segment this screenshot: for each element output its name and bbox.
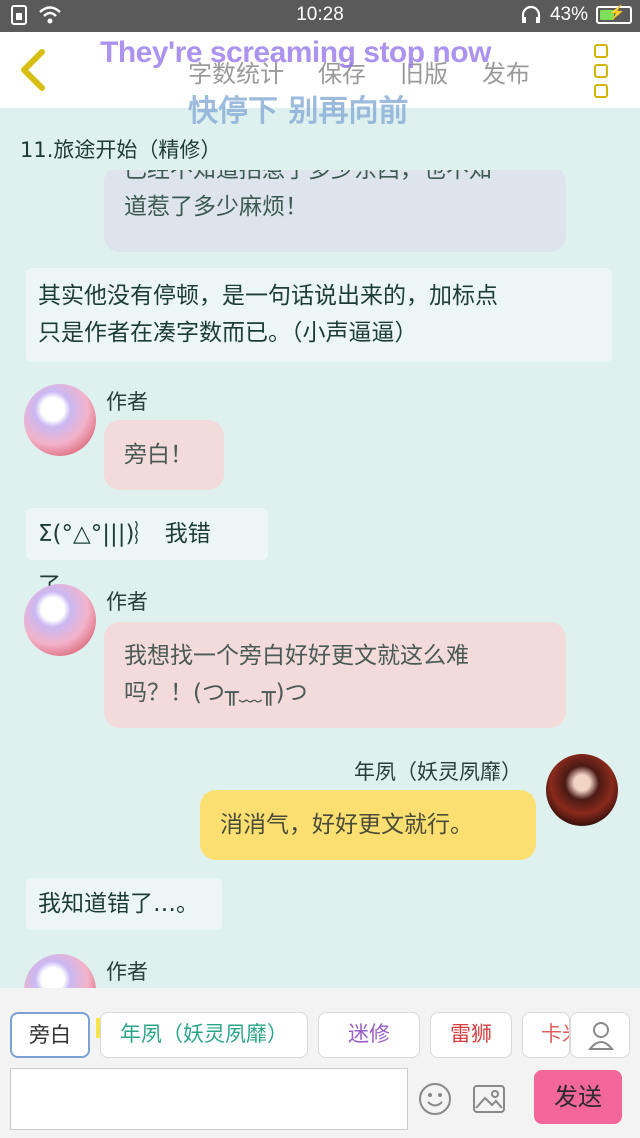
overlay-caption-zh: 快停下 别再向前 [188,94,409,129]
back-arrow-icon[interactable] [14,46,54,94]
speaker-name: 作者 [106,390,148,414]
message-line: 其实他没有停顿，是一句话说出来的，加标点 [38,283,498,309]
message-bubble[interactable]: 消消气，好好更文就行。 [200,790,536,860]
role-selector: 旁白 主 年夙（妖灵夙靡） 迷修 雷狮 卡米 [0,988,640,1064]
overlay-caption-en: They're screaming stop now [100,36,491,69]
avatar[interactable] [24,954,96,988]
role-kami[interactable]: 卡米 [522,1012,570,1058]
avatar[interactable] [24,584,96,656]
role-mixiu[interactable]: 迷修 [318,1012,420,1058]
role-label: 卡米 [541,1022,569,1046]
message-text: 旁白！ [124,442,193,468]
message-line: 道惹了多少麻烦！ [124,194,308,220]
avatar[interactable] [24,384,96,456]
message-line: 我想找一个旁白好好更文就这么难 [124,643,469,669]
emoji-icon[interactable] [418,1082,452,1116]
input-row: 发送 [0,1064,640,1138]
battery-icon: ⚡ [596,4,632,24]
chapter-title: 11.旅途开始（精修） [20,138,222,162]
narration-bubble[interactable]: 我知道错了…。 [26,878,222,930]
message-bubble[interactable]: 旁白！ [104,420,224,490]
image-icon[interactable] [472,1082,506,1116]
speaker-name: 年夙（妖灵夙靡） [354,760,522,784]
send-button[interactable]: 发送 [534,1070,622,1124]
message-text: 消消气，好好更文就行。 [220,812,473,838]
role-narrator[interactable]: 旁白 [10,1012,90,1058]
narration-bubble[interactable]: Σ(°△°|||)︴ 我错了。 [26,508,268,599]
speaker-name: 作者 [106,960,148,984]
message-input[interactable] [10,1068,408,1130]
role-label: 旁白 [29,1023,71,1047]
role-leishi[interactable]: 雷狮 [430,1012,512,1058]
message-line: 只是作者在凑字数而已。（小声逼逼） [38,320,418,346]
message-line: 已经不知道招惹了多少东西，也不知 [124,170,492,183]
person-icon[interactable] [570,1012,630,1058]
chat-area[interactable]: 已经不知道招惹了多少东西，也不知 道惹了多少麻烦！ 其实他没有停顿，是一句话说出… [0,170,640,988]
message-bubble[interactable]: 我想找一个旁白好好更文就这么难 吗？！(つ╥﹏╥)つ [104,622,566,728]
role-label: 迷修 [348,1022,390,1046]
narration-bubble[interactable]: 其实他没有停顿，是一句话说出来的，加标点 只是作者在凑字数而已。（小声逼逼） [26,268,612,362]
message-text: 我知道错了…。 [38,891,199,917]
message-line: 吗？！(つ╥﹏╥)つ [124,680,308,706]
role-nian[interactable]: 年夙（妖灵夙靡） [100,1012,308,1058]
role-label: 年夙（妖灵夙靡） [120,1022,288,1046]
avatar[interactable] [546,754,618,826]
role-label: 雷狮 [450,1022,492,1046]
message-bubble[interactable]: 已经不知道招惹了多少东西，也不知 道惹了多少麻烦！ [104,170,566,252]
more-icon[interactable] [594,44,620,98]
status-bar: 10:28 43% ⚡ [0,0,640,32]
speaker-name: 作者 [106,590,148,614]
headset-icon [521,5,541,23]
battery-percent: 43% [549,4,588,25]
